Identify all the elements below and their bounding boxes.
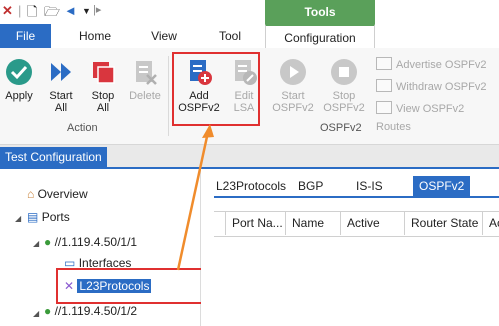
column-ac[interactable]: Ac <box>482 211 499 235</box>
tab-bgp[interactable]: BGP <box>298 176 323 196</box>
column-port-name[interactable]: Port Na... <box>225 211 285 235</box>
protocol-tab-underline <box>214 196 499 198</box>
column-name[interactable]: Name <box>285 211 340 235</box>
tab-isis[interactable]: IS-IS <box>356 176 383 196</box>
column-router-state[interactable]: Router State <box>404 211 482 235</box>
tab-l23protocols[interactable]: L23Protocols <box>216 176 286 196</box>
column-active[interactable]: Active <box>340 211 404 235</box>
tab-ospfv2[interactable]: OSPFv2 <box>413 176 471 196</box>
